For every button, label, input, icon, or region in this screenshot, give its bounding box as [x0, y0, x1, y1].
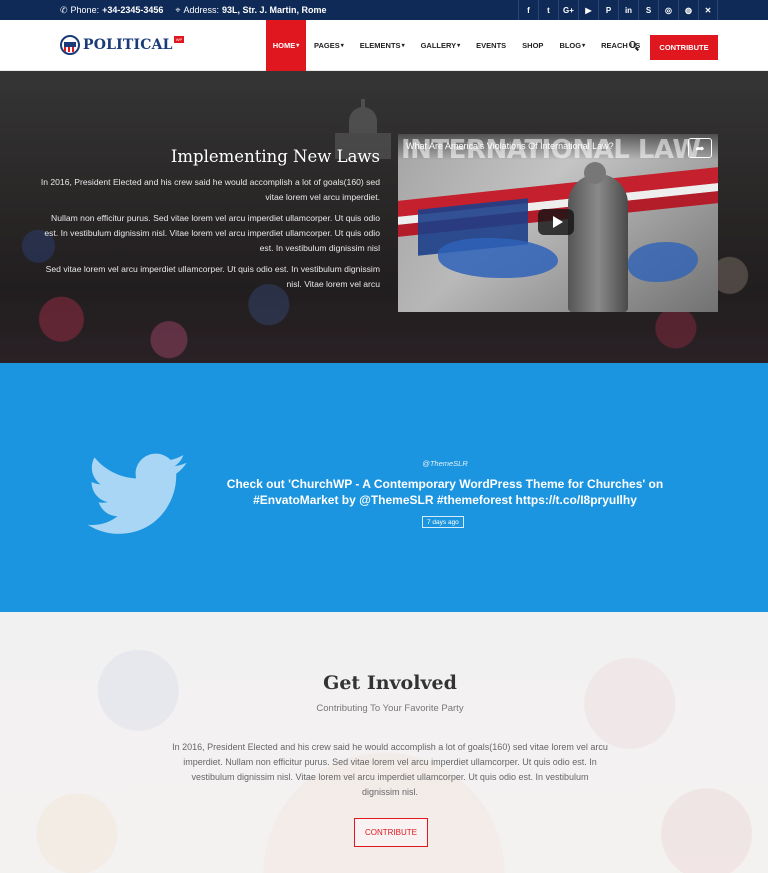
nav-shop-label: SHOP: [522, 41, 544, 50]
location-pin-icon: ⌖: [175, 4, 181, 15]
chevron-down-icon: ▾: [340, 43, 344, 49]
video-title[interactable]: What Are America's Violations Of Interna…: [406, 141, 614, 151]
twitter-section: @ThemeSLR Check out 'ChurchWP - A Contem…: [0, 363, 768, 612]
nav-shop[interactable]: SHOP: [514, 20, 551, 71]
nav-blog-label: BLOG: [559, 41, 582, 50]
google-plus-icon[interactable]: G+: [558, 0, 578, 20]
address-info: ⌖ Address: 93L, Str. J. Martin, Rome: [175, 5, 326, 16]
youtube-icon[interactable]: ▶: [578, 0, 598, 20]
section-subtitle: Contributing To Your Favorite Party: [316, 703, 464, 714]
nav-pages[interactable]: PAGES ▾: [306, 20, 352, 71]
tweet-date-badge[interactable]: 7 days ago: [422, 516, 464, 528]
phone-icon: ✆: [60, 4, 68, 15]
world-map-image: [438, 238, 558, 278]
chevron-down-icon: ▾: [457, 43, 461, 49]
pinterest-icon[interactable]: P: [598, 0, 618, 20]
logo-text: POLITICAL: [83, 37, 173, 53]
instagram-icon[interactable]: ◎: [658, 0, 678, 20]
phone-value[interactable]: +34-2345-3456: [102, 5, 163, 15]
get-involved-section: Get Involved Contributing To Your Favori…: [0, 612, 768, 873]
nav-home-label: HOME: [272, 41, 296, 50]
nav-reach-us[interactable]: REACH US: [593, 20, 648, 71]
search-icon[interactable]: [628, 40, 640, 52]
video-player[interactable]: INTERNATIONAL LAW What Are America's Vio…: [398, 134, 718, 312]
nav-events[interactable]: EVENTS: [468, 20, 514, 71]
contact-info: ✆ Phone: +34-2345-3456 ⌖ Address: 93L, S…: [0, 5, 327, 16]
phone-label: Phone:: [70, 5, 100, 15]
tweet-username[interactable]: @ThemeSLR: [0, 459, 768, 468]
section-body: In 2016, President Elected and his crew …: [172, 742, 608, 797]
site-header: POLITICAL WP HOME ▾ PAGES ▾ ELEMENTS ▾ GALL…: [0, 20, 768, 71]
phone-info: ✆ Phone: +34-2345-3456: [60, 5, 163, 16]
top-bar: ✆ Phone: +34-2345-3456 ⌖ Address: 93L, S…: [0, 0, 768, 20]
hero-paragraph: Sed vitae lorem vel arcu imperdiet ullam…: [45, 264, 380, 289]
social-links: f t G+ ▶ P in S ◎ ◍ ✕: [518, 0, 718, 20]
nav-elements[interactable]: ELEMENTS ▾: [352, 20, 413, 71]
nav-home[interactable]: HOME ▾: [266, 20, 306, 71]
xing-icon[interactable]: ✕: [698, 0, 718, 20]
chevron-down-icon: ▾: [401, 43, 405, 49]
share-icon[interactable]: ➦: [688, 138, 712, 158]
nav-pages-label: PAGES: [314, 41, 340, 50]
dribbble-icon[interactable]: ◍: [678, 0, 698, 20]
nav-gallery[interactable]: GALLERY ▾: [413, 20, 469, 71]
address-label: Address:: [183, 5, 219, 15]
main-nav: HOME ▾ PAGES ▾ ELEMENTS ▾ GALLERY ▾ EVENTS S…: [266, 20, 648, 71]
chevron-down-icon: ▾: [296, 43, 300, 49]
play-icon: [552, 216, 563, 228]
twitter-icon[interactable]: t: [538, 0, 558, 20]
site-logo[interactable]: POLITICAL WP: [60, 35, 185, 55]
address-value: 93L, Str. J. Martin, Rome: [222, 5, 327, 15]
tweet-text: Check out 'ChurchWP - A Contemporary Wor…: [226, 477, 664, 507]
section-title: Get Involved: [323, 672, 457, 694]
contribute-outline-button[interactable]: CONTRIBUTE: [354, 818, 428, 847]
logo-badge: WP: [173, 35, 185, 43]
linkedin-icon[interactable]: in: [618, 0, 638, 20]
nav-gallery-label: GALLERY: [420, 41, 457, 50]
hero-text-block: Implementing New Laws In 2016, President…: [40, 147, 380, 298]
skype-icon[interactable]: S: [638, 0, 658, 20]
play-button[interactable]: [538, 209, 574, 235]
nav-elements-label: ELEMENTS: [359, 41, 401, 50]
contribute-button[interactable]: CONTRIBUTE: [650, 35, 718, 60]
hero-paragraph: In 2016, President Elected and his crew …: [40, 177, 380, 202]
hero-title: Implementing New Laws: [170, 147, 380, 166]
hero-paragraph: Nullam non efficitur purus. Sed vitae lo…: [44, 213, 380, 253]
nav-blog[interactable]: BLOG ▾: [551, 20, 593, 71]
facebook-icon[interactable]: f: [518, 0, 538, 20]
chevron-down-icon: ▾: [582, 43, 586, 49]
nav-events-label: EVENTS: [476, 41, 507, 50]
logo-seal-icon: [60, 35, 80, 55]
justice-statue-image: [568, 174, 628, 312]
